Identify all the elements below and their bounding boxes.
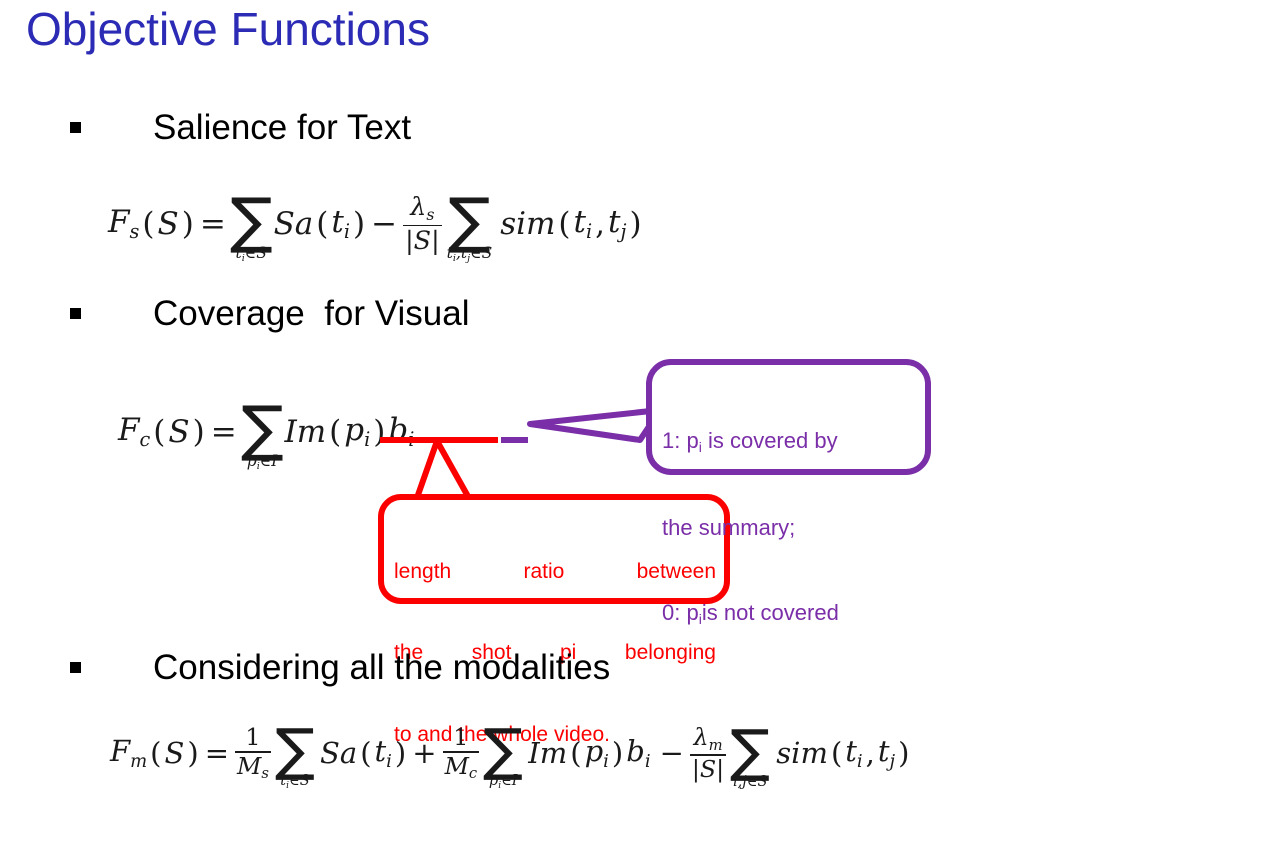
- fraction-lambda-m: λm |S|: [689, 722, 727, 783]
- bullet-square-icon: [70, 308, 81, 319]
- formula-multimodal-lhs: Fm: [110, 734, 148, 773]
- purple-leader-line: [527, 407, 663, 443]
- summation-coverage: ∑ pi∈I: [240, 393, 284, 472]
- fraction-1-over-Ms: 1 Ms: [235, 722, 271, 783]
- formula-salience-lhs: Fs: [108, 204, 140, 244]
- summation-2: ∑ ti,tj∈S: [446, 185, 493, 264]
- red-callout-line-1: length ratio between: [394, 559, 716, 583]
- page-title: Objective Functions: [26, 3, 430, 55]
- bullet-square-icon: [70, 662, 81, 673]
- summation-visual: ∑ pi∈I: [483, 717, 524, 791]
- summation-sim: ∑ i,j∈S: [730, 718, 771, 791]
- red-leader-line: [409, 438, 473, 515]
- bullet-label: Salience for Text: [153, 108, 412, 147]
- term-b: bi: [388, 412, 414, 451]
- bullet-item-coverage: Coverage for Visual: [70, 296, 469, 331]
- purple-underline-marker: [501, 437, 528, 443]
- term-im: Im: [284, 413, 327, 450]
- formula-coverage-lhs: Fc: [118, 412, 151, 452]
- fraction-lambda-s: λs |S|: [403, 191, 442, 256]
- summation-text: ∑ ti∈S: [274, 717, 315, 791]
- bullet-item-modalities: Considering all the modalities: [70, 650, 610, 685]
- formula-multimodal: Fm (S) = 1 Ms ∑ ti∈S Sa(ti) + 1 Mc ∑ pi∈…: [110, 717, 910, 791]
- fraction-1-over-Mc: 1 Mc: [442, 722, 480, 783]
- bullet-label: Considering all the modalities: [153, 648, 611, 687]
- summation-1: ∑ ti∈S: [229, 185, 273, 264]
- bullet-square-icon: [70, 122, 81, 133]
- bullet-label: Coverage for Visual: [153, 294, 470, 333]
- formula-coverage: Fc (S) = ∑ pi∈I Im(pi) bi: [118, 392, 414, 471]
- purple-callout-line-1: 1: pi is covered by: [662, 428, 838, 456]
- bullet-item-salience: Salience for Text: [70, 110, 411, 145]
- formula-salience: Fs (S) = ∑ ti∈S Sa(ti) − λs |S| ∑ ti,tj∈…: [108, 185, 642, 264]
- red-underline-marker: [380, 437, 498, 443]
